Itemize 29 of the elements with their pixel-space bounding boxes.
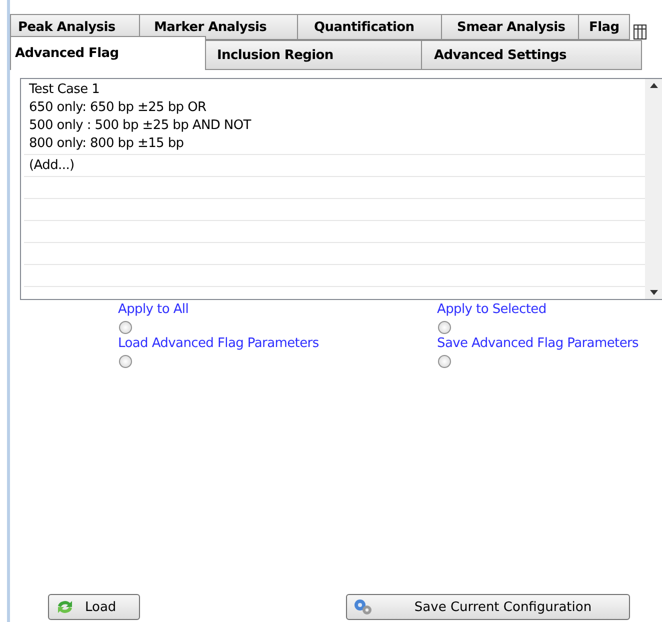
radio-button[interactable] <box>438 321 451 334</box>
scroll-up-icon[interactable] <box>650 83 658 88</box>
tab[interactable]: Marker Analysis <box>139 14 298 40</box>
columns-icon[interactable] <box>633 24 647 40</box>
tab[interactable]: Advanced Settings <box>421 40 642 70</box>
item-text: 800 only: 800 bp ±15 bp <box>29 135 185 153</box>
item-text: (Add...) <box>29 157 76 175</box>
option-label: Apply to All <box>118 302 189 317</box>
option-label: Save Advanced Flag Parameters <box>437 336 639 351</box>
save-button[interactable]: Save Current Configuration <box>346 594 630 620</box>
item-text: 500 only : 500 bp ±25 bp AND NOT <box>29 117 252 135</box>
gears-icon <box>353 598 373 616</box>
list-item[interactable]: (Add...) <box>24 155 645 177</box>
load-button[interactable]: Load <box>48 594 140 620</box>
item-text: 650 only: 650 bp ±25 bp OR <box>29 99 208 117</box>
radio-button[interactable] <box>438 355 451 368</box>
option-label: Apply to Selected <box>437 302 546 317</box>
radio-button[interactable] <box>119 321 132 334</box>
tab[interactable]: Advanced Flag <box>10 36 206 70</box>
option-label: Load Advanced Flag Parameters <box>118 336 319 351</box>
tab[interactable]: Quantification <box>297 14 442 40</box>
refresh-icon <box>55 598 75 616</box>
tab[interactable]: Smear Analysis <box>441 14 579 40</box>
radio-button[interactable] <box>119 355 132 368</box>
scroll-down-icon[interactable] <box>650 290 658 295</box>
scrollbar[interactable] <box>645 79 662 299</box>
item-text: Test Case 1 <box>29 81 101 99</box>
tab[interactable]: Inclusion Region <box>205 40 422 70</box>
tab[interactable]: Flag <box>578 14 630 40</box>
